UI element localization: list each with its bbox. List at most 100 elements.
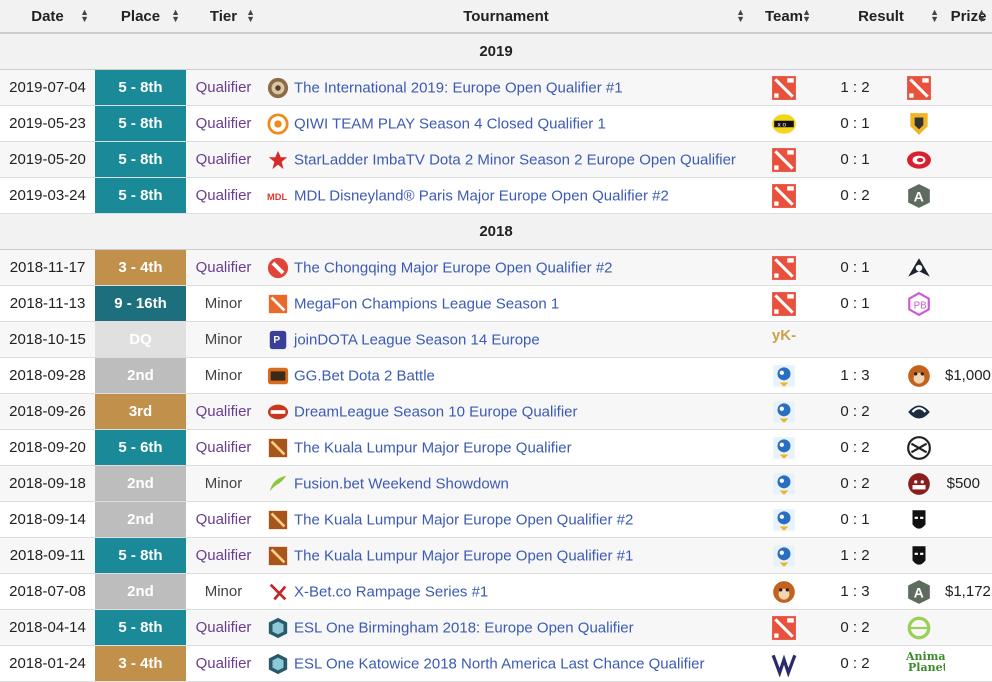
tier-link[interactable]: Qualifier	[196, 259, 252, 276]
header-result[interactable]: Result ▲ ▼	[817, 0, 945, 34]
tournament-link[interactable]: The Kuala Lumpur Major Europe Open Quali…	[294, 547, 633, 564]
tournament-link[interactable]: The International 2019: Europe Open Qual…	[294, 79, 623, 96]
dota-icon[interactable]	[771, 255, 797, 281]
liquid-icon[interactable]	[906, 399, 932, 425]
duck-icon[interactable]	[771, 471, 797, 497]
hex-pink-icon[interactable]: PB	[906, 291, 932, 317]
result-score: 0 : 1	[817, 501, 893, 538]
tier-label: Minor	[204, 331, 243, 348]
optic-icon[interactable]	[906, 615, 932, 641]
result-score: 1 : 2	[817, 69, 893, 106]
sort-icon[interactable]: ▲ ▼	[930, 8, 939, 24]
duck-icon[interactable]	[771, 399, 797, 425]
date-cell: 2018-09-26	[0, 393, 95, 430]
esl-icon[interactable]	[267, 617, 289, 639]
header-date[interactable]: Date ▲ ▼	[0, 0, 95, 34]
duck-icon[interactable]	[771, 507, 797, 533]
tier-link[interactable]: Qualifier	[196, 79, 252, 96]
tournament-link[interactable]: QIWI TEAM PLAY Season 4 Closed Qualifier…	[294, 115, 606, 132]
header-prize[interactable]: Prize ▲ ▼	[945, 0, 992, 34]
dota-square-icon[interactable]	[267, 437, 289, 459]
dota-icon[interactable]	[771, 183, 797, 209]
qiwi-icon[interactable]	[267, 112, 289, 135]
monkey-icon[interactable]	[771, 579, 797, 605]
tournament-link[interactable]: StarLadder ImbaTV Dota 2 Minor Season 2 …	[294, 151, 736, 168]
tournament-link[interactable]: ESL One Birmingham 2018: Europe Open Qua…	[294, 619, 634, 636]
dota-small-icon[interactable]	[267, 293, 289, 315]
tier-cell: Qualifier	[186, 393, 261, 430]
tier-link[interactable]: Qualifier	[196, 511, 252, 528]
duck-icon[interactable]	[771, 543, 797, 569]
dota-icon[interactable]	[906, 75, 932, 101]
dreamleague-icon[interactable]	[267, 401, 289, 423]
dota-round-icon[interactable]	[267, 257, 289, 279]
jdl-icon[interactable]: P	[267, 329, 289, 351]
dark-wings-icon[interactable]	[906, 255, 932, 281]
bulldog-icon[interactable]	[906, 471, 932, 497]
red-swirl-icon[interactable]	[906, 147, 932, 173]
sort-icon[interactable]: ▲ ▼	[171, 8, 180, 24]
tournament-link[interactable]: MDL Disneyland® Paris Major Europe Open …	[294, 187, 669, 204]
header-tier[interactable]: Tier ▲ ▼	[186, 0, 261, 34]
dota-icon[interactable]	[771, 615, 797, 641]
tier-link[interactable]: Qualifier	[196, 403, 252, 420]
dota-square-icon[interactable]	[267, 545, 289, 567]
duck-icon[interactable]	[771, 435, 797, 461]
tournament-link[interactable]: ESL One Katowice 2018 North America Last…	[294, 655, 705, 672]
xo-icon[interactable]: x o	[771, 111, 797, 137]
tournament-link[interactable]: DreamLeague Season 10 Europe Qualifier	[294, 403, 578, 420]
header-row: Date ▲ ▼ Place ▲ ▼ Tier ▲ ▼ Tournament ▲ ▼ Team ▲…	[0, 0, 992, 34]
nip-icon[interactable]	[906, 435, 932, 461]
tier-cell: Qualifier	[186, 645, 261, 682]
tournament-link[interactable]: The Kuala Lumpur Major Europe Open Quali…	[294, 511, 633, 528]
leaf-icon[interactable]	[267, 473, 289, 495]
mask-icon[interactable]	[906, 543, 932, 569]
animal-planet-icon[interactable]: AnimalPlanet	[906, 651, 945, 677]
tier-link[interactable]: Qualifier	[196, 655, 252, 672]
star-icon[interactable]	[267, 149, 289, 171]
tier-link[interactable]: Qualifier	[196, 187, 252, 204]
tournament-link[interactable]: joinDOTA League Season 14 Europe	[294, 331, 540, 348]
sort-icon[interactable]: ▲ ▼	[736, 8, 745, 24]
sort-icon[interactable]: ▲ ▼	[246, 8, 255, 24]
dota-icon[interactable]	[771, 147, 797, 173]
tier-link[interactable]: Qualifier	[196, 115, 252, 132]
alliance-icon[interactable]: A	[906, 579, 932, 605]
dota-square-icon[interactable]	[267, 509, 289, 531]
header-tournament[interactable]: Tournament ▲ ▼	[261, 0, 751, 34]
header-team[interactable]: Team ▲ ▼	[751, 0, 817, 34]
dota-icon[interactable]	[771, 75, 797, 101]
vgj-icon[interactable]	[771, 651, 797, 678]
tournament-link[interactable]: GG.Bet Dota 2 Battle	[294, 367, 435, 384]
tournament-link[interactable]: X-Bet.co Rampage Series #1	[294, 583, 488, 600]
duck-icon[interactable]	[771, 363, 797, 389]
tier-link[interactable]: Qualifier	[196, 151, 252, 168]
place-badge: 5 - 8th	[95, 609, 186, 646]
result-score: 0 : 2	[817, 393, 893, 430]
tournament-link[interactable]: Fusion.bet Weekend Showdown	[294, 475, 509, 492]
sort-icon[interactable]: ▲ ▼	[80, 8, 89, 24]
year-group-row: 2019	[0, 33, 992, 70]
yk-icon[interactable]: yK-	[771, 327, 797, 353]
shield-yellow-icon[interactable]	[906, 111, 932, 137]
header-place[interactable]: Place ▲ ▼	[95, 0, 186, 34]
tier-link[interactable]: Qualifier	[196, 547, 252, 564]
dota-icon[interactable]	[771, 291, 797, 317]
tier-link[interactable]: Qualifier	[196, 439, 252, 456]
tournament-link[interactable]: The Chongqing Major Europe Open Qualifie…	[294, 259, 613, 276]
sort-icon[interactable]: ▲ ▼	[802, 8, 811, 24]
tier-link[interactable]: Qualifier	[196, 619, 252, 636]
esl-icon[interactable]	[267, 653, 289, 675]
ggbet-icon[interactable]	[267, 365, 289, 387]
monkey-icon[interactable]	[906, 363, 932, 389]
team-cell	[751, 429, 817, 466]
alliance-icon[interactable]: A	[906, 183, 932, 209]
xbet-icon[interactable]	[267, 581, 289, 603]
mask-icon[interactable]	[906, 507, 932, 533]
aegis-icon[interactable]	[267, 77, 289, 99]
sort-icon[interactable]: ▲ ▼	[977, 8, 986, 24]
tournament-link[interactable]: MegaFon Champions League Season 1	[294, 295, 559, 312]
mdl-icon[interactable]: MDL	[267, 185, 289, 207]
opponent-cell	[893, 357, 945, 394]
tournament-link[interactable]: The Kuala Lumpur Major Europe Qualifier	[294, 439, 572, 456]
